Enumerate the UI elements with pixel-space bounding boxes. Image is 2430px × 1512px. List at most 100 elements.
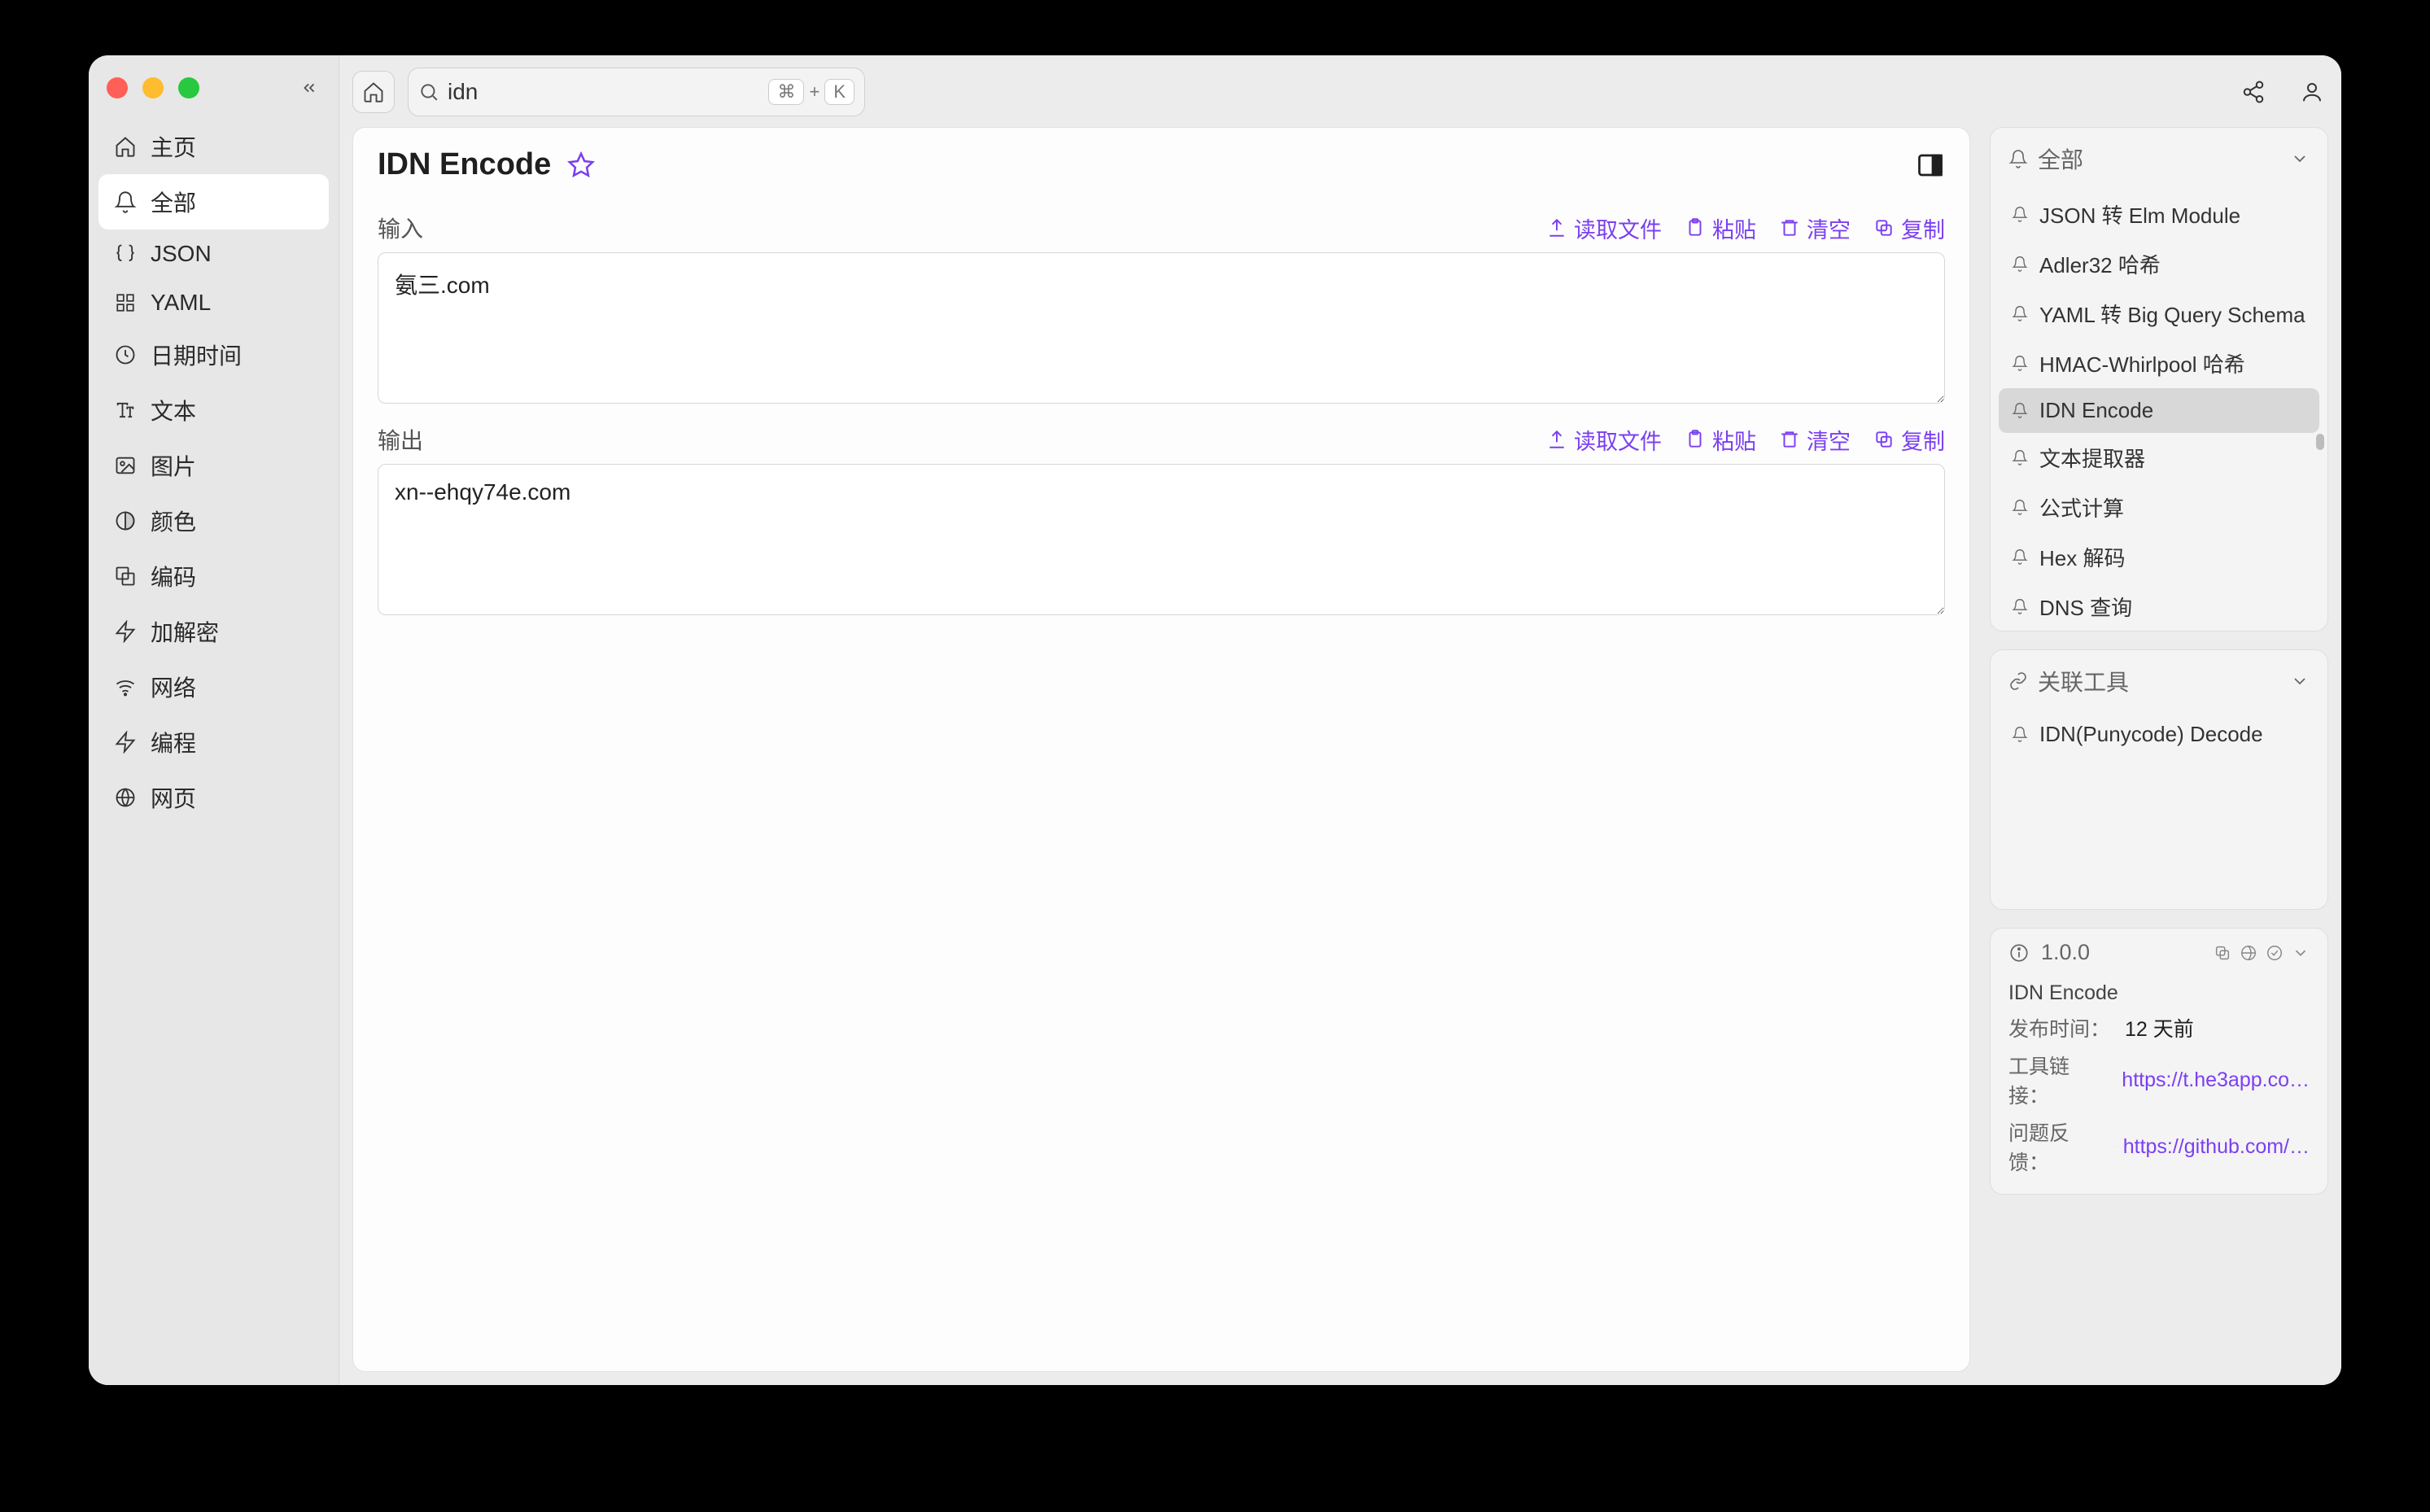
input-read-file-button[interactable]: 读取文件 (1546, 212, 1662, 244)
tool-link[interactable]: https://t.he3app.co… (2117, 1068, 2310, 1092)
input-label: 输入 (378, 212, 423, 244)
sidebar-item-label: 日期时间 (151, 339, 242, 371)
output-paste-button[interactable]: 粘贴 (1685, 424, 1756, 456)
panel-related-tools: 关联工具 IDN(Punycode) Decode (1990, 649, 2328, 910)
topbar: ⌘ + K (352, 67, 2328, 117)
list-item[interactable]: 公式计算 (1999, 483, 2319, 532)
home-button[interactable] (352, 71, 395, 113)
app-window: 主页 全部 JSON YAML 日期时间 文本 (89, 55, 2341, 1385)
info-published-key: 发布时间： (2008, 1013, 2110, 1042)
bell-icon (2012, 499, 2030, 517)
output-clear-button[interactable]: 清空 (1779, 424, 1851, 456)
list-item[interactable]: HMAC-Whirlpool 哈希 (1999, 339, 2319, 388)
input-block: 输入 读取文件 粘贴 清空 复制 (378, 212, 1945, 404)
bell-icon (2012, 355, 2030, 373)
list-item[interactable]: JSON 转 Elm Module (1999, 190, 2319, 239)
clipboard-icon (1685, 429, 1706, 450)
favorite-button[interactable] (567, 151, 595, 179)
output-textarea[interactable] (378, 464, 1945, 615)
sidebar-item-json[interactable]: JSON (98, 229, 329, 278)
check-circle-icon (2266, 944, 2284, 962)
list-item[interactable]: IDN(Punycode) Decode (1999, 712, 2319, 757)
sidebar-item-image[interactable]: 图片 (98, 438, 329, 493)
sidebar-item-label: 主页 (151, 130, 196, 163)
sidebar-item-code[interactable]: 编程 (98, 714, 329, 770)
copy-icon (1873, 217, 1895, 238)
input-copy-button[interactable]: 复制 (1873, 212, 1945, 244)
sidebar-item-network[interactable]: 网络 (98, 659, 329, 714)
close-window-button[interactable] (107, 77, 128, 98)
input-paste-button[interactable]: 粘贴 (1685, 212, 1756, 244)
bell-icon (2012, 402, 2030, 420)
minimize-window-button[interactable] (142, 77, 164, 98)
sidebar-item-web[interactable]: 网页 (98, 770, 329, 825)
list-item-label: 公式计算 (2039, 492, 2124, 522)
list-item-label: Hex 解码 (2039, 542, 2125, 572)
search-input[interactable] (448, 79, 760, 105)
bell-icon (2008, 149, 2028, 168)
list-item[interactable]: 文本提取器 (1999, 433, 2319, 483)
image-icon (113, 453, 138, 478)
panel-tool-info: 1.0.0 IDN Encode (1990, 928, 2328, 1195)
list-item[interactable]: IDN Encode (1999, 388, 2319, 433)
sidebar-item-label: 图片 (151, 449, 196, 482)
output-read-file-button[interactable]: 读取文件 (1546, 424, 1662, 456)
sidebar-item-yaml[interactable]: YAML (98, 278, 329, 327)
panel-right-icon (1916, 151, 1945, 180)
sidebar-item-home[interactable]: 主页 (98, 119, 329, 174)
sidebar: 主页 全部 JSON YAML 日期时间 文本 (89, 55, 339, 1385)
scrollbar-thumb[interactable] (2316, 434, 2324, 450)
output-block: 输出 读取文件 粘贴 清空 复制 (378, 423, 1945, 615)
bell-icon (2012, 305, 2030, 323)
input-clear-button[interactable]: 清空 (1779, 212, 1851, 244)
right-column: 全部 JSON 转 Elm ModuleAdler32 哈希YAML 转 Big… (1990, 127, 2328, 1372)
search-box[interactable]: ⌘ + K (408, 68, 865, 116)
issue-link[interactable]: https://github.com/… (2118, 1135, 2310, 1159)
copy-info-button[interactable] (2214, 944, 2231, 962)
tool-version: 1.0.0 (2041, 940, 2090, 965)
share-button[interactable] (2237, 76, 2270, 108)
panel-title: 全部 (2038, 142, 2083, 175)
sidebar-item-label: 全部 (151, 186, 196, 218)
output-label: 输出 (378, 423, 423, 456)
toggle-right-panel-button[interactable] (1916, 151, 1945, 180)
layers-icon (113, 564, 138, 588)
sidebar-item-label: 编程 (151, 726, 196, 758)
sidebar-item-crypto[interactable]: 加解密 (98, 604, 329, 659)
sidebar-item-text[interactable]: 文本 (98, 382, 329, 438)
input-textarea[interactable] (378, 252, 1945, 404)
open-web-button[interactable] (2240, 944, 2257, 962)
info-link-key: 工具链接： (2008, 1051, 2102, 1109)
list-item-label: IDN(Punycode) Decode (2039, 722, 2263, 747)
sidebar-item-label: 编码 (151, 560, 196, 592)
maximize-window-button[interactable] (178, 77, 199, 98)
output-copy-button[interactable]: 复制 (1873, 424, 1945, 456)
all-tools-list[interactable]: JSON 转 Elm ModuleAdler32 哈希YAML 转 Big Qu… (1991, 190, 2327, 631)
content-row: IDN Encode 输入 (352, 127, 2328, 1372)
list-item[interactable]: YAML 转 Big Query Schema (1999, 289, 2319, 339)
home-icon (362, 81, 385, 103)
check-button[interactable] (2266, 944, 2284, 962)
collapse-info-button[interactable] (2292, 944, 2310, 962)
sidebar-item-datetime[interactable]: 日期时间 (98, 327, 329, 382)
main-area: ⌘ + K IDN Encode (339, 55, 2341, 1385)
list-item[interactable]: Hex 解码 (1999, 532, 2319, 582)
panel-all-tools: 全部 JSON 转 Elm ModuleAdler32 哈希YAML 转 Big… (1990, 127, 2328, 631)
zap-icon (113, 619, 138, 644)
collapse-sidebar-button[interactable] (298, 76, 321, 99)
color-icon (113, 509, 138, 533)
sidebar-item-all[interactable]: 全部 (98, 174, 329, 229)
list-item[interactable]: DNS 查询 (1999, 582, 2319, 631)
bell-icon (2012, 256, 2030, 273)
collapse-panel-button[interactable] (2290, 149, 2310, 168)
list-item[interactable]: Adler32 哈希 (1999, 239, 2319, 289)
account-button[interactable] (2296, 76, 2328, 108)
upload-icon (1546, 217, 1567, 238)
sidebar-item-encoding[interactable]: 编码 (98, 548, 329, 604)
sidebar-item-color[interactable]: 颜色 (98, 493, 329, 548)
collapse-panel-button[interactable] (2290, 671, 2310, 691)
related-tools-list[interactable]: IDN(Punycode) Decode (1991, 712, 2327, 765)
tool-title: IDN Encode (378, 147, 551, 182)
json-icon (113, 242, 138, 266)
star-icon (567, 151, 595, 179)
